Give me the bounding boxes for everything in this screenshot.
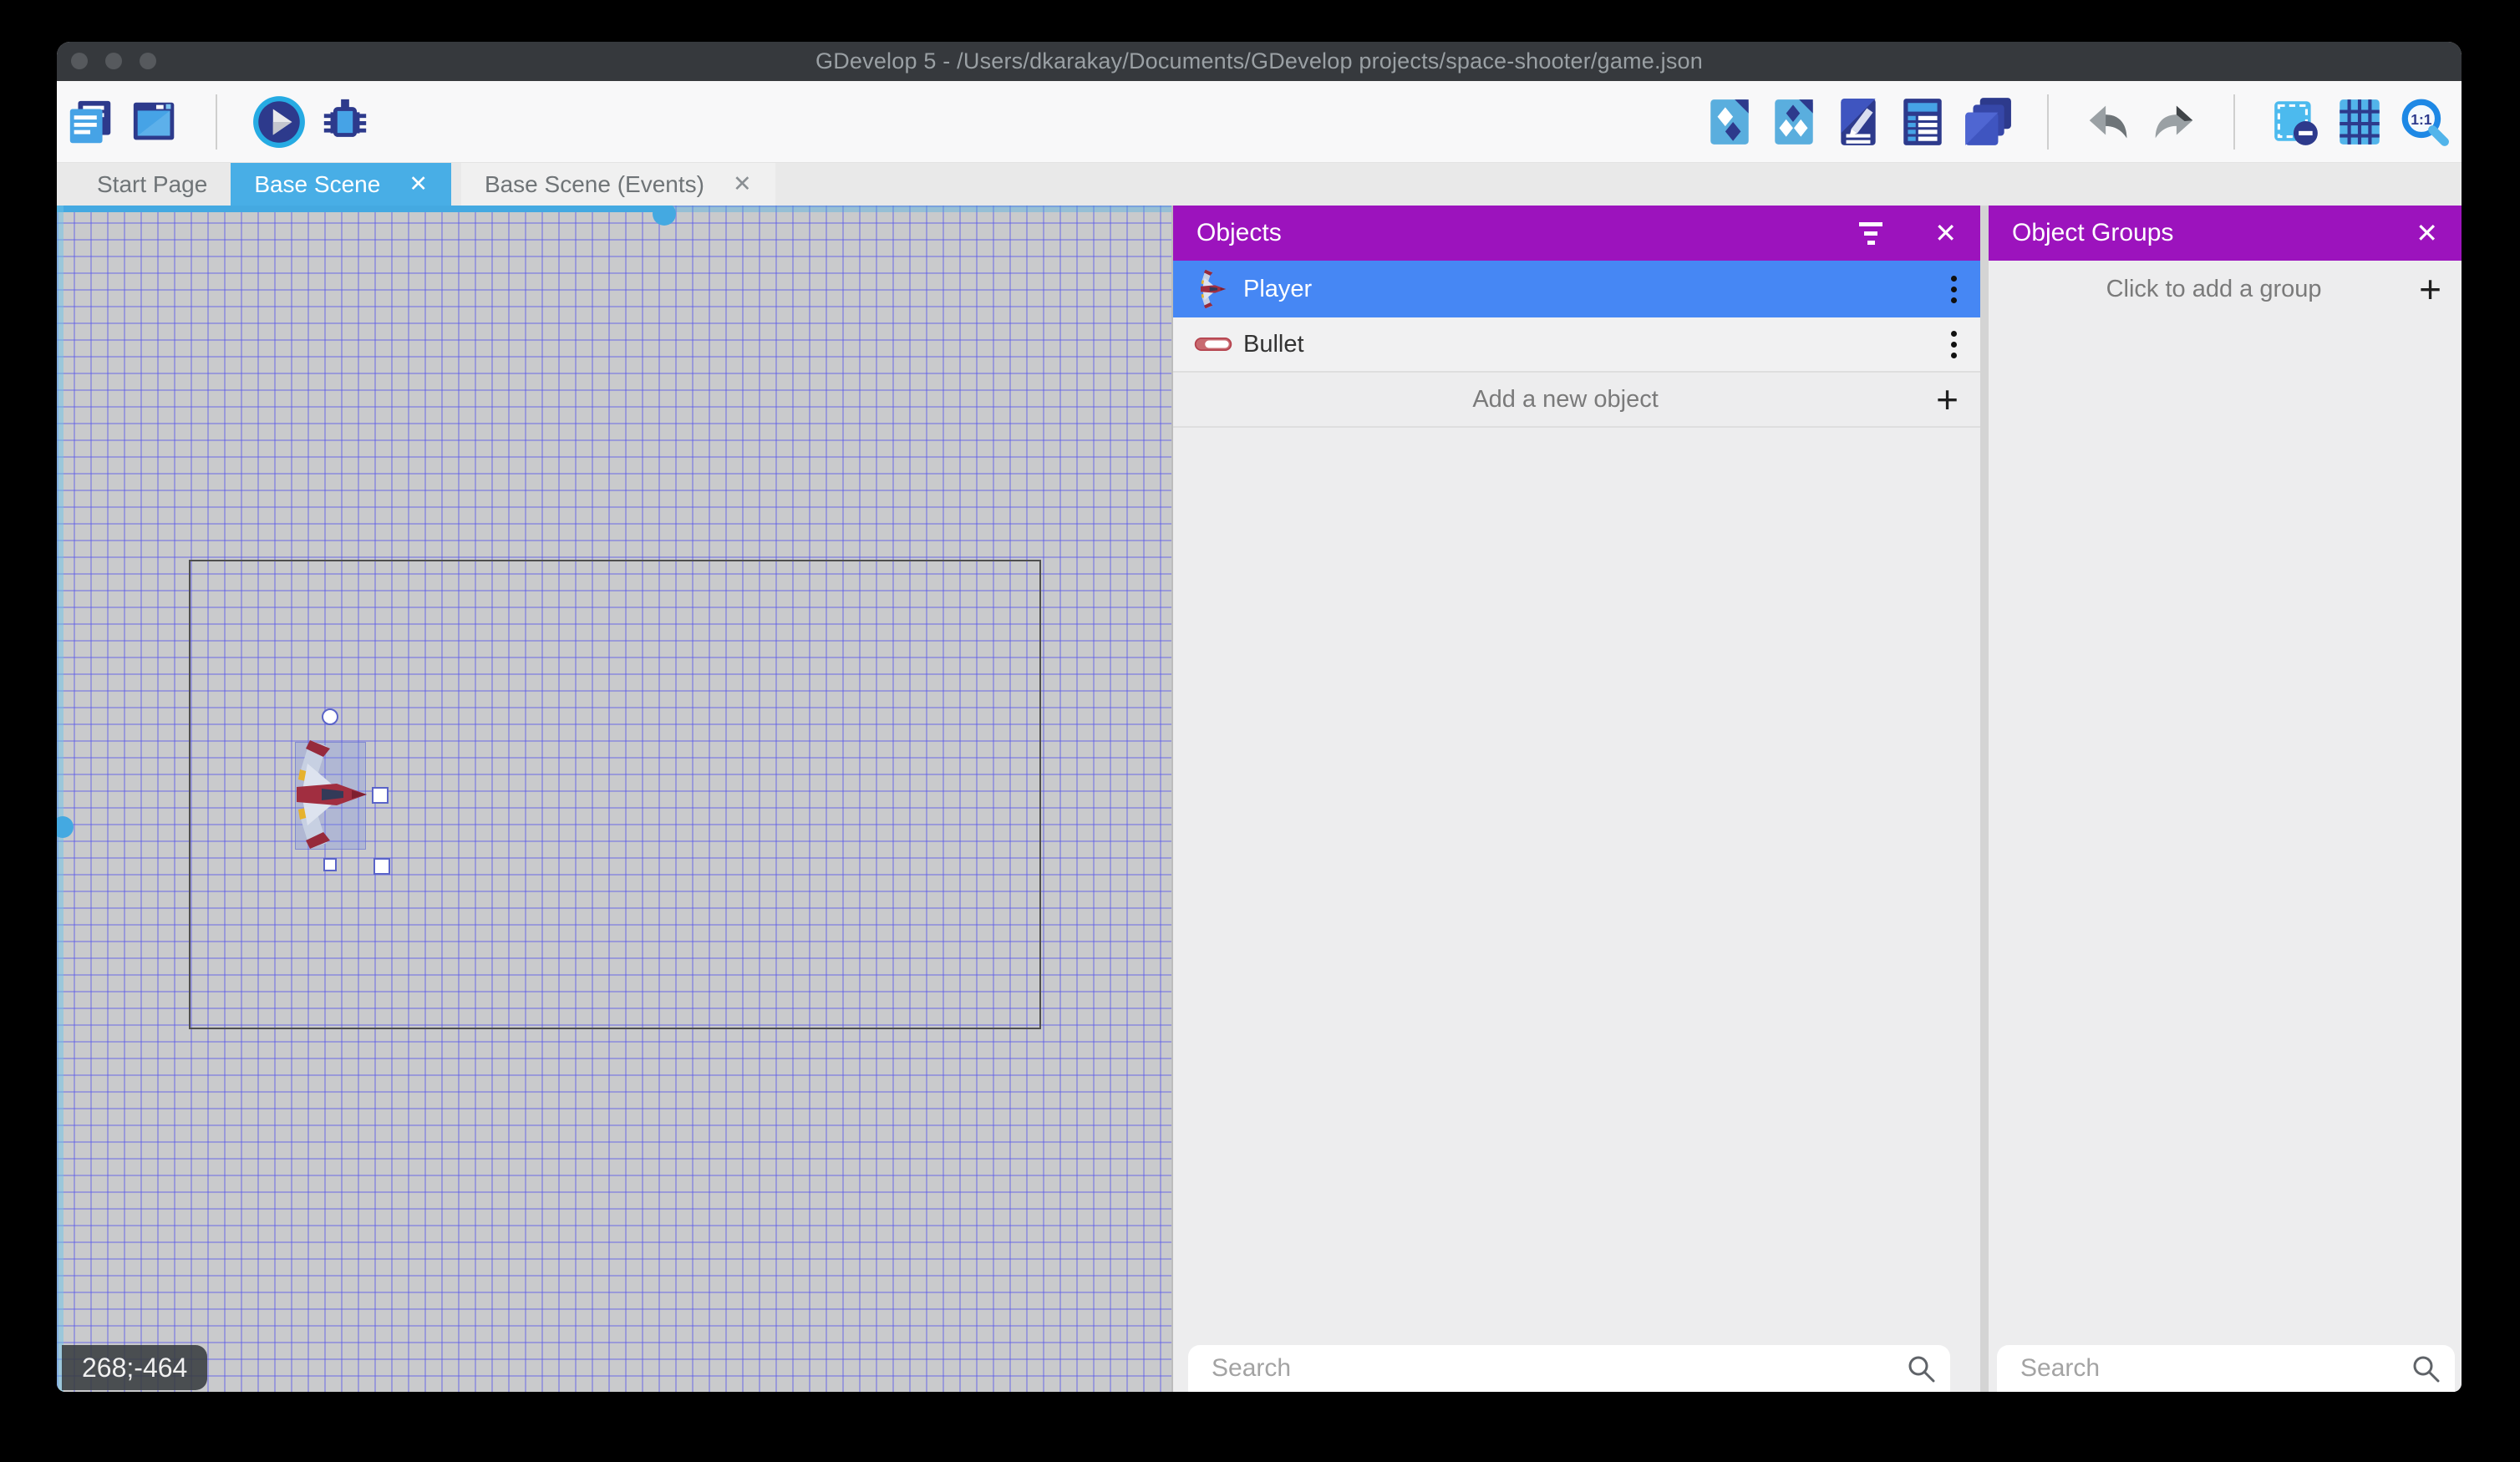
object-groups-panel: Object Groups ✕ Click to add a group + [1989, 206, 2462, 1392]
object-groups-editor-icon[interactable] [1768, 96, 1820, 148]
close-panel-icon[interactable]: ✕ [2416, 217, 2438, 249]
tab-label: Base Scene [254, 171, 380, 198]
objects-editor-icon[interactable] [1704, 96, 1755, 148]
search-icon [1907, 1354, 1935, 1383]
object-menu-icon[interactable] [1946, 271, 1962, 308]
grid-icon[interactable] [2334, 96, 2385, 148]
close-tab-icon[interactable]: ✕ [409, 171, 428, 197]
close-panel-icon[interactable]: ✕ [1934, 217, 1957, 249]
object-row-bullet[interactable]: Bullet [1173, 317, 1980, 373]
resize-handle-right[interactable] [372, 787, 389, 804]
horizontal-scrollbar-thumb[interactable] [653, 206, 676, 226]
vertical-scrollbar[interactable] [57, 206, 64, 1392]
object-groups-panel-title: Object Groups [2012, 219, 2416, 247]
minimize-window-button[interactable] [105, 53, 122, 69]
rotation-handle[interactable] [322, 708, 338, 725]
tab-label: Start Page [97, 171, 207, 198]
objects-panel: Objects ✕ Player Bullet [1173, 206, 1980, 1392]
toolbar-separator [216, 94, 217, 150]
object-label: Bullet [1243, 331, 1946, 358]
debug-icon[interactable] [319, 96, 371, 148]
app-window: GDevelop 5 - /Users/dkarakay/Documents/G… [57, 42, 2462, 1392]
scene-canvas[interactable]: 268;-464 [57, 206, 1173, 1392]
properties-icon[interactable] [1832, 96, 1884, 148]
play-icon[interactable] [251, 94, 307, 150]
object-row-player[interactable]: Player [1173, 261, 1980, 317]
close-tab-icon[interactable]: ✕ [733, 171, 752, 197]
player-instance-sprite[interactable] [293, 739, 370, 850]
project-manager-icon[interactable] [65, 96, 117, 148]
resize-handle-bottom-left[interactable] [323, 858, 337, 871]
close-window-button[interactable] [71, 53, 88, 69]
tab-start-page[interactable]: Start Page [74, 163, 231, 206]
objects-search-bar [1188, 1345, 1950, 1392]
tab-base-scene-events[interactable]: Base Scene (Events) ✕ [461, 163, 775, 206]
bullet-thumbnail [1193, 324, 1233, 364]
panel-divider[interactable] [1980, 206, 1989, 1392]
tab-label: Base Scene (Events) [485, 171, 704, 198]
zoom-window-button[interactable] [140, 53, 156, 69]
mask-instances-icon[interactable] [2269, 96, 2321, 148]
plus-icon: + [2419, 270, 2441, 308]
vertical-scrollbar-thumb[interactable] [57, 816, 74, 838]
toolbar-separator [2047, 94, 2049, 150]
filter-icon-bars [1859, 222, 1882, 245]
object-groups-panel-header: Object Groups ✕ [1989, 206, 2462, 261]
resize-handle-bottom-right[interactable] [373, 858, 390, 875]
titlebar: GDevelop 5 - /Users/dkarakay/Documents/G… [57, 42, 2462, 81]
object-label: Player [1243, 276, 1946, 303]
undo-icon[interactable] [2083, 96, 2135, 148]
groups-search-bar [1997, 1345, 2455, 1392]
filter-icon[interactable] [1859, 222, 1882, 245]
groups-search-input[interactable] [2020, 1354, 2411, 1383]
add-new-object-button[interactable]: Add a new object + [1173, 373, 1980, 428]
main-toolbar [57, 81, 2462, 163]
instances-list-icon[interactable] [1897, 96, 1948, 148]
tab-base-scene[interactable]: Base Scene ✕ [231, 163, 451, 206]
redo-icon[interactable] [2147, 96, 2199, 148]
plus-icon: + [1936, 380, 1959, 419]
horizontal-scrollbar-fill [57, 206, 664, 212]
objects-panel-title: Objects [1196, 219, 1859, 247]
toolbar-separator [2233, 94, 2235, 150]
toolbar-right-group [1704, 94, 2450, 150]
cursor-coordinates-badge: 268;-464 [62, 1345, 207, 1390]
objects-panel-header: Objects ✕ [1173, 206, 1980, 261]
window-title: GDevelop 5 - /Users/dkarakay/Documents/G… [815, 48, 1703, 74]
add-new-object-label: Add a new object [1195, 386, 1936, 414]
content-row: 268;-464 Objects ✕ Player [57, 206, 2462, 1392]
object-menu-icon[interactable] [1946, 326, 1962, 363]
objects-search-input[interactable] [1212, 1354, 1907, 1383]
player-ship-thumbnail [1193, 269, 1233, 309]
scene-window-icon[interactable] [130, 96, 181, 148]
macos-traffic-lights [71, 53, 156, 69]
zoom-original-icon[interactable] [2398, 96, 2450, 148]
add-group-label: Click to add a group [2009, 276, 2419, 303]
add-group-button[interactable]: Click to add a group + [1989, 261, 2462, 317]
toolbar-left-group [65, 94, 371, 150]
editor-tabbar: Start Page Base Scene ✕ Base Scene (Even… [57, 163, 2462, 206]
search-icon [2411, 1354, 2440, 1383]
layers-icon[interactable] [1961, 96, 2013, 148]
horizontal-scrollbar[interactable] [57, 206, 1171, 212]
